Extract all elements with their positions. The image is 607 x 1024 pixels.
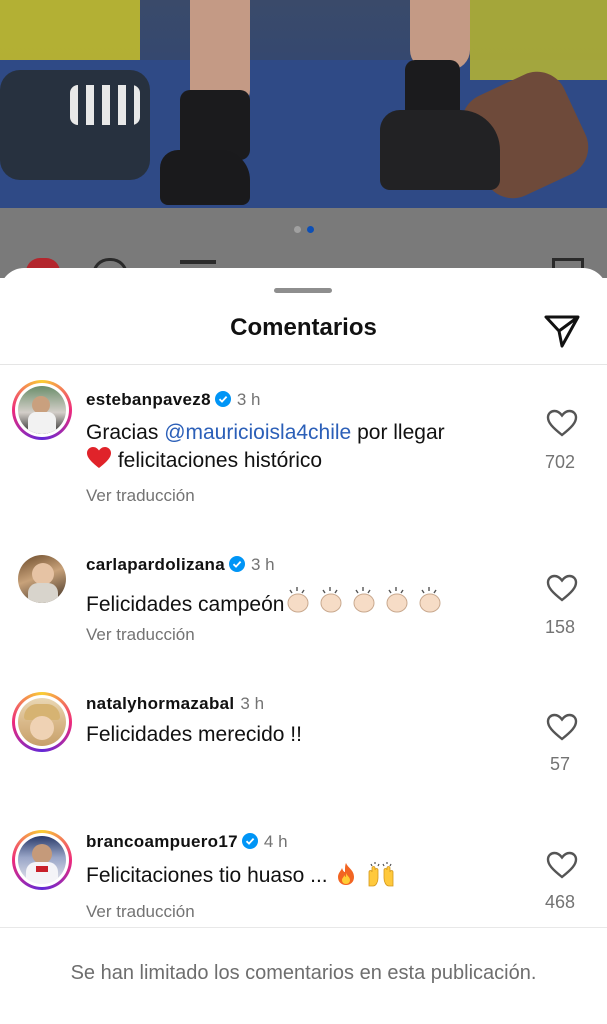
see-translation-link[interactable]: Ver traducción [86, 625, 195, 645]
heart-icon[interactable] [545, 712, 579, 742]
like-count: 57 [549, 754, 571, 774]
carousel-dot-active [306, 226, 314, 233]
comment-text: Felicidades campeón [86, 585, 516, 618]
avatar[interactable] [12, 692, 72, 752]
see-translation-link[interactable]: Ver traducción [86, 902, 195, 922]
red-heart-emoji [86, 446, 112, 477]
raising-hands-emoji [365, 862, 397, 887]
verified-badge-icon [214, 391, 231, 407]
mention-link[interactable]: @mauricioisla4chile [164, 421, 351, 444]
like-count: 468 [544, 892, 576, 912]
fire-emoji [333, 863, 359, 887]
verified-badge-icon [228, 556, 245, 572]
see-translation-link[interactable]: Ver traducción [86, 486, 195, 506]
clapping-hands-emoji [284, 587, 444, 616]
heart-icon[interactable] [545, 408, 579, 438]
carousel-dots [0, 226, 607, 238]
comment-text: Felicitaciones tio huaso ... [86, 860, 516, 889]
like-count: 158 [544, 617, 576, 637]
comment-time: 3 h [236, 390, 261, 409]
comment-time: 3 h [250, 555, 275, 574]
comment-time: 4 h [263, 832, 288, 851]
comment-time: 3 h [240, 694, 265, 713]
heart-icon[interactable] [545, 573, 579, 603]
header-divider [0, 364, 607, 365]
share-post-icon[interactable] [180, 260, 216, 264]
comment-username[interactable]: brancoampuero17 [86, 832, 238, 851]
avatar[interactable] [12, 549, 72, 609]
avatar[interactable] [12, 830, 72, 890]
carousel-dot [293, 226, 301, 233]
heart-icon[interactable] [545, 850, 579, 880]
send-icon[interactable] [542, 310, 582, 350]
comment-text: Gracias @mauricioisla4chile por llegar f… [86, 420, 516, 477]
drag-handle[interactable] [274, 288, 332, 293]
avatar[interactable] [12, 380, 72, 440]
verified-badge-icon [241, 833, 258, 849]
comment-text: Felicidades merecido !! [86, 723, 302, 746]
comment-username[interactable]: natalyhormazabal [86, 694, 234, 713]
comment-username[interactable]: estebanpavez8 [86, 390, 211, 409]
sheet-title: Comentarios [230, 314, 377, 341]
like-count: 702 [544, 452, 576, 472]
comment-username[interactable]: carlapardolizana [86, 555, 225, 574]
comments-limited-notice: Se han limitado los comentarios en esta … [70, 962, 537, 984]
footer-divider [0, 927, 607, 928]
post-photo [0, 0, 607, 210]
